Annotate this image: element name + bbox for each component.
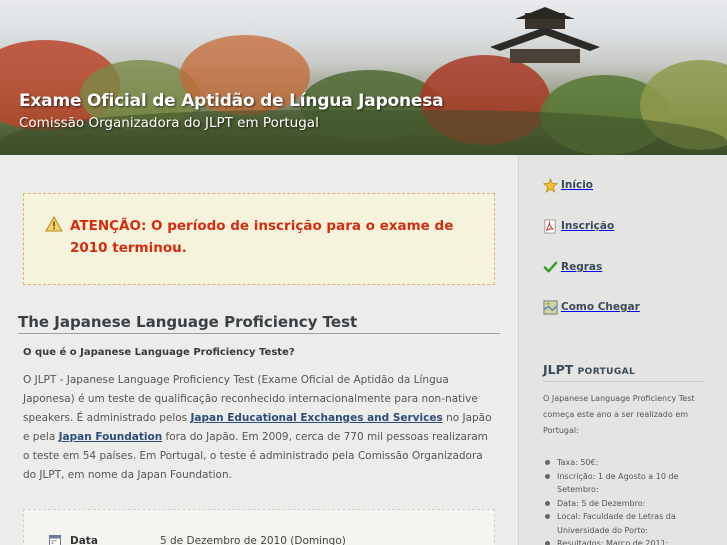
sidebar: Início Inscrição Regras Como Chegar JLPT… bbox=[518, 155, 727, 545]
list-item: Inscrição: 1 de Agosto a 10 de Setembro: bbox=[543, 470, 713, 497]
date-value: 5 de Dezembro de 2010 (Domingo) bbox=[160, 535, 346, 545]
date-label: Data bbox=[70, 535, 98, 545]
star-icon bbox=[543, 177, 558, 193]
map-icon bbox=[543, 299, 558, 315]
checkmark-icon bbox=[543, 261, 558, 272]
sidebar-divider bbox=[543, 381, 705, 382]
section-divider bbox=[18, 333, 500, 334]
sidebar-facts-list: Taxa: 50€: Inscrição: 1 de Agosto a 10 de… bbox=[543, 456, 713, 545]
list-item: Taxa: 50€: bbox=[543, 456, 713, 470]
nav-item-inscricao[interactable]: Inscrição bbox=[543, 217, 614, 235]
question-heading: O que é o Japanese Language Proficiency … bbox=[23, 347, 295, 358]
section-title: The Japanese Language Proficiency Test bbox=[18, 313, 358, 331]
sidebar-title-main: JLPT bbox=[543, 362, 574, 377]
nav-item-regras[interactable]: Regras bbox=[543, 258, 602, 276]
header-banner: Exame Oficial de Aptidão de Língua Japon… bbox=[0, 0, 727, 155]
exam-info-box: Data 5 de Dezembro de 2010 (Domingo) bbox=[23, 509, 495, 545]
nav-item-label: Início bbox=[561, 179, 594, 191]
sidebar-title-small-text: PORTUGAL bbox=[577, 367, 636, 377]
nav-item-label: Como Chegar bbox=[561, 301, 640, 313]
nav-item-inicio[interactable]: Início bbox=[543, 176, 593, 194]
intro-paragraph: O JLPT - Japanese Language Proficiency T… bbox=[23, 371, 493, 485]
main-content: ATENÇÃO: O período de inscrição para o e… bbox=[0, 155, 518, 545]
site-subtitle: Comissão Organizadora do JLPT em Portuga… bbox=[19, 115, 319, 131]
warning-icon bbox=[45, 216, 63, 232]
nav-item-label: Regras bbox=[561, 261, 603, 273]
sidebar-box-text: O Japanese Language Proficiency Test com… bbox=[543, 394, 695, 435]
sidebar-box-title: JLPT PORTUGAL bbox=[543, 362, 635, 377]
pdf-icon bbox=[544, 218, 556, 234]
list-item: Local: Faculdade de Letras da Universida… bbox=[543, 510, 713, 537]
sidebar-title-small: PORTUGAL bbox=[578, 367, 636, 377]
list-item: Data: 5 de Dezembro: bbox=[543, 497, 713, 511]
nav-item-como-chegar[interactable]: Como Chegar bbox=[543, 298, 640, 316]
site-title: Exame Oficial de Aptidão de Língua Japon… bbox=[19, 91, 444, 111]
nav-item-label: Inscrição bbox=[561, 220, 615, 232]
jees-link[interactable]: Japan Educational Exchanges and Services bbox=[191, 412, 443, 424]
japan-foundation-link[interactable]: Japan Foundation bbox=[59, 431, 163, 443]
calendar-icon bbox=[49, 535, 61, 545]
alert-message: ATENÇÃO: O período de inscrição para o e… bbox=[70, 218, 454, 256]
registration-closed-alert: ATENÇÃO: O período de inscrição para o e… bbox=[23, 193, 495, 285]
list-item: Resultados: Março de 2011: bbox=[543, 537, 713, 545]
temple-roof-icon bbox=[490, 7, 600, 63]
